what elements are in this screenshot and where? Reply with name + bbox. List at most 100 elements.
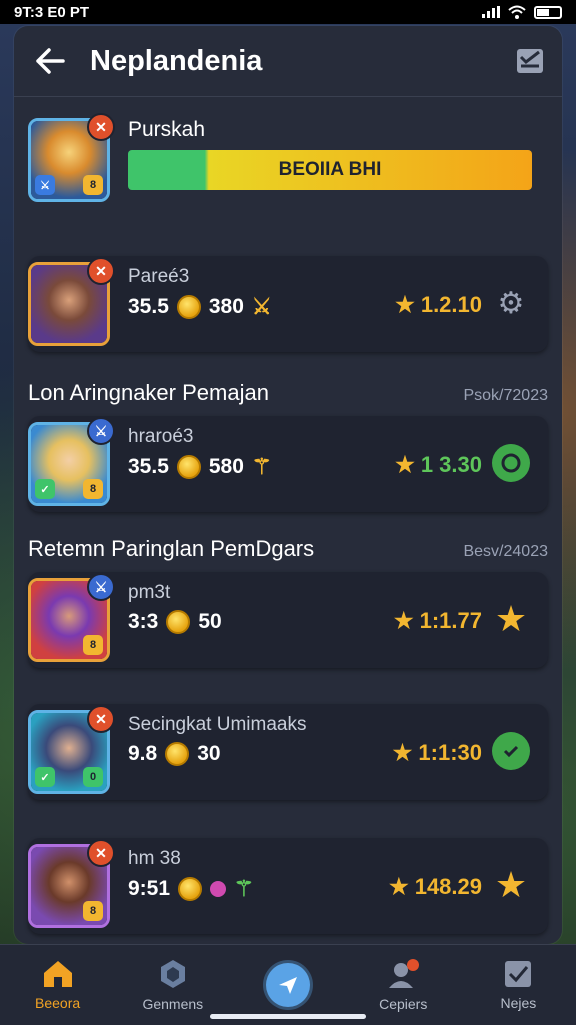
close-badge-icon: ✕ <box>87 839 115 867</box>
tab-send[interactable] <box>230 945 345 1025</box>
level-chip-icon: 0 <box>83 767 103 787</box>
sword-badge-icon: ⚔ <box>87 417 115 445</box>
wifi-icon <box>508 5 526 19</box>
player-stats: 3:3 50 <box>128 610 222 634</box>
close-badge-icon: ✕ <box>87 705 115 733</box>
check-chip-icon: ✓ <box>35 767 55 787</box>
player-coins: 50 <box>198 610 222 633</box>
star-icon: ★ <box>392 740 413 765</box>
avatar[interactable]: ⚔ ✓ 8 <box>28 417 115 506</box>
tab-label: Beeora <box>35 995 81 1011</box>
player-score: 35.5 <box>128 295 169 318</box>
back-arrow-icon <box>36 48 65 74</box>
player-stats: 9:51 ⚚ <box>128 876 254 902</box>
close-badge-icon: ✕ <box>87 257 115 285</box>
tab-cepiers[interactable]: Cepiers <box>346 945 461 1025</box>
section-title: Lon Aringnaker Pemajan <box>28 380 269 405</box>
tab-home[interactable]: Beeora <box>0 945 115 1025</box>
progress-bar: BEOIIA BHI <box>128 150 532 190</box>
rating-value: 148.29 <box>414 874 482 899</box>
star-icon: ★ <box>395 292 415 317</box>
profile-icon <box>389 959 420 988</box>
avatar[interactable]: ✕ 8 <box>28 839 115 928</box>
level-chip-icon: 8 <box>83 175 103 195</box>
player-rating: ★ 148.29 <box>389 874 482 900</box>
player-score: 3:3 <box>128 610 159 633</box>
coin-icon <box>178 877 203 901</box>
chat-icon <box>503 745 519 758</box>
avatar[interactable]: ✕ ⚔ 8 <box>28 113 115 202</box>
section-date: Psok/72023 <box>463 387 548 404</box>
gem-icon <box>210 881 227 897</box>
home-indicator <box>210 1014 366 1019</box>
gear-icon: ⚙ <box>497 286 525 320</box>
player-coins: 380 <box>208 295 244 318</box>
progress-bar-text: BEOIIA BHI <box>278 159 382 180</box>
player-card[interactable]: ⚔ ✓ 8 hraroé3 35.5 580 ⚚ ★ 1 3.30 <box>28 416 548 512</box>
section-title: Retemn Paringlan PemDgars <box>28 536 315 561</box>
player-score: 9:51 <box>128 877 171 900</box>
player-rating: ★ 1 3.30 <box>395 452 482 478</box>
rating-value: 1:1:30 <box>418 740 482 765</box>
avatar[interactable]: ✕ <box>28 257 115 346</box>
send-button[interactable] <box>266 963 310 1007</box>
back-button[interactable] <box>20 31 80 91</box>
player-card[interactable]: ✕ Pareé3 35.5 380 ⚔ ★ 1.2.10 ⚙ <box>28 256 548 352</box>
player-name: Pareé3 <box>128 266 190 287</box>
settings-button[interactable]: ⚙ <box>492 284 530 322</box>
status-time: 9T:3 E0 PT <box>14 3 90 21</box>
tab-nejes[interactable]: Nejes <box>461 945 576 1025</box>
coin-icon <box>165 742 190 766</box>
chat-button[interactable] <box>492 444 530 482</box>
avatar[interactable]: ⚔ 8 <box>28 573 115 662</box>
star-icon: ★ <box>494 864 528 905</box>
progress-label: Purskah <box>128 118 206 141</box>
player-coins: 30 <box>197 742 221 765</box>
star-icon: ★ <box>388 874 409 899</box>
chat-icon <box>501 453 521 473</box>
magic-wand-icon: ⚚ <box>234 876 254 901</box>
favorite-button[interactable]: ★ <box>492 598 530 639</box>
level-chip-icon: 8 <box>83 901 103 921</box>
check-icon <box>505 961 532 987</box>
coin-icon <box>166 610 191 634</box>
player-card[interactable]: ⚔ 8 pm3t 3:3 50 ★ 1:1.77 ★ <box>28 572 548 668</box>
tab-label: Nejes <box>500 995 537 1011</box>
checklist-button[interactable] <box>508 39 552 83</box>
rating-value: 1 3.30 <box>420 452 482 477</box>
level-chip-icon: 8 <box>83 479 103 499</box>
section-date: Besv/24023 <box>463 543 548 560</box>
tab-label: Genmens <box>142 996 204 1012</box>
home-icon <box>43 961 72 987</box>
player-name: hraroé3 <box>128 426 194 447</box>
page-title: Neplandenia <box>90 44 263 77</box>
sword-chip-icon: ⚔ <box>35 175 55 195</box>
sword-badge-icon: ⚔ <box>87 573 115 601</box>
tab-genmens[interactable]: Genmens <box>115 945 230 1025</box>
player-score: 35.5 <box>128 455 169 478</box>
avatar[interactable]: ✕ ✓ 0 <box>28 705 115 794</box>
battery-icon <box>534 5 562 19</box>
player-name: Secingkat Umimaaks <box>128 714 307 735</box>
player-card[interactable]: ✕ ✓ 0 Secingkat Umimaaks 9.8 30 ★ 1:1:30 <box>28 704 548 800</box>
player-rating: ★ 1:1.77 <box>394 608 482 634</box>
close-badge-icon: ✕ <box>87 113 115 141</box>
check-chip-icon: ✓ <box>35 479 55 499</box>
tab-label: Cepiers <box>379 996 428 1012</box>
star-icon: ★ <box>494 598 528 639</box>
player-coins: 580 <box>208 455 244 478</box>
player-stats: 35.5 380 ⚔ <box>128 294 272 320</box>
chat-button[interactable] <box>492 732 530 770</box>
rating-value: 1.2.10 <box>420 292 482 317</box>
app-header: Neplandenia <box>14 26 562 97</box>
player-name: hm 38 <box>128 848 181 869</box>
section-header: Retemn Paringlan PemDgars Besv/24023 <box>28 536 548 562</box>
player-card[interactable]: ✕ 8 hm 38 9:51 ⚚ ★ 148.29 ★ <box>28 838 548 934</box>
rating-value: 1:1.77 <box>419 608 482 633</box>
coin-icon <box>176 455 201 479</box>
favorite-button[interactable]: ★ <box>492 864 530 905</box>
checklist-icon <box>517 49 543 73</box>
coin-icon <box>176 295 201 319</box>
player-stats: 35.5 580 ⚚ <box>128 454 272 480</box>
player-rating: ★ 1.2.10 <box>395 292 482 318</box>
